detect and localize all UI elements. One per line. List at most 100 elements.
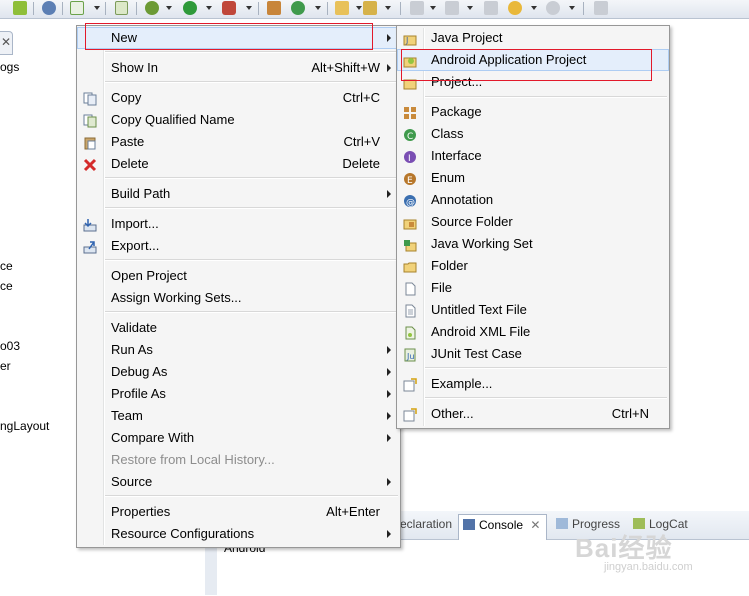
dropdown-arrow-icon[interactable]	[246, 6, 252, 10]
submenu-item-package[interactable]: Package	[397, 101, 669, 123]
menu-item-assign-working-sets[interactable]: Assign Working Sets...	[77, 287, 400, 309]
menu-item-label: Java Project	[431, 30, 503, 45]
debug-bug-icon[interactable]	[145, 1, 159, 15]
menu-item-properties[interactable]: Properties Alt+Enter	[77, 501, 400, 523]
tree-item-fragment[interactable]: ce	[0, 259, 13, 273]
paste-icon	[83, 135, 97, 150]
next-annotation-icon[interactable]	[410, 1, 424, 15]
menu-item-label: Source	[111, 474, 153, 489]
dropdown-arrow-icon[interactable]	[569, 6, 575, 10]
toolbar-separator	[62, 2, 63, 15]
toolbar-separator	[400, 2, 401, 15]
submenu-item-enum[interactable]: E Enum	[397, 167, 669, 189]
prev-annotation-icon[interactable]	[445, 1, 459, 15]
submenu-arrow-icon	[387, 412, 391, 420]
menu-item-delete[interactable]: Delete Delete	[77, 153, 400, 175]
submenu-item-android-xml-file[interactable]: Android XML File	[397, 321, 669, 343]
tree-item-fragment[interactable]: er	[0, 359, 11, 373]
android-sdk-icon[interactable]	[13, 1, 27, 15]
toolbar-separator	[105, 2, 106, 15]
tab-console[interactable]: Console ✕	[458, 514, 548, 540]
tree-item-fragment[interactable]: ngLayout	[0, 419, 49, 433]
menu-item-source[interactable]: Source	[77, 471, 400, 493]
new-class-icon[interactable]	[291, 1, 305, 15]
menu-item-debug-as[interactable]: Debug As	[77, 361, 400, 383]
file-icon	[403, 281, 417, 296]
tab-declaration[interactable]: eclaration	[400, 517, 452, 531]
submenu-item-example[interactable]: Example...	[397, 373, 669, 395]
submenu-item-other[interactable]: Other... Ctrl+N	[397, 403, 669, 425]
dropdown-arrow-icon[interactable]	[94, 6, 100, 10]
dropdown-arrow-icon[interactable]	[430, 6, 436, 10]
submenu-arrow-icon	[387, 530, 391, 538]
menu-item-label: File	[431, 280, 452, 295]
menu-item-label: Debug As	[111, 364, 168, 379]
submenu-item-untitled-text-file[interactable]: Untitled Text File	[397, 299, 669, 321]
pin-editor-icon[interactable]	[594, 1, 608, 15]
dropdown-arrow-icon[interactable]	[531, 6, 537, 10]
menu-item-label: Other...	[431, 406, 474, 421]
menu-separator	[425, 96, 667, 98]
tree-item-fragment[interactable]: ce	[0, 279, 13, 293]
submenu-item-java-project[interactable]: J Java Project	[397, 27, 669, 49]
copy-icon	[83, 91, 97, 106]
junit-icon: Ju	[403, 347, 417, 362]
submenu-item-interface[interactable]: I Interface	[397, 145, 669, 167]
submenu-item-file[interactable]: File	[397, 277, 669, 299]
submenu-item-class[interactable]: C Class	[397, 123, 669, 145]
new-android-file-icon[interactable]	[115, 1, 128, 15]
menu-separator	[105, 177, 398, 179]
search-icon[interactable]	[42, 1, 56, 15]
external-tools-icon[interactable]	[222, 1, 236, 15]
menu-item-copy[interactable]: Copy Ctrl+C	[77, 87, 400, 109]
menu-item-build-path[interactable]: Build Path	[77, 183, 400, 205]
open-folder-icon[interactable]	[335, 1, 349, 15]
last-edit-icon[interactable]	[484, 1, 498, 15]
dropdown-arrow-icon[interactable]	[356, 6, 362, 10]
dropdown-arrow-icon[interactable]	[467, 6, 473, 10]
menu-item-label: Enum	[431, 170, 465, 185]
submenu-item-folder[interactable]: Folder	[397, 255, 669, 277]
menu-item-export[interactable]: Export...	[77, 235, 400, 257]
new-package-icon[interactable]	[267, 1, 281, 15]
tree-item-fragment[interactable]: ogs	[0, 60, 19, 74]
dropdown-arrow-icon[interactable]	[385, 6, 391, 10]
menu-separator	[425, 367, 667, 369]
menu-item-profile-as[interactable]: Profile As	[77, 383, 400, 405]
menu-item-paste[interactable]: Paste Ctrl+V	[77, 131, 400, 153]
tree-item-fragment[interactable]: o03	[0, 339, 20, 353]
menu-item-label: Resource Configurations	[111, 526, 255, 541]
text-file-icon	[403, 303, 417, 318]
dropdown-arrow-icon[interactable]	[206, 6, 212, 10]
package-explorer-tab[interactable]: ✕	[0, 31, 13, 55]
menu-item-label: Class	[431, 126, 464, 141]
submenu-item-source-folder[interactable]: Source Folder	[397, 211, 669, 233]
watermark-logo: Bai经验	[575, 533, 673, 563]
menu-item-validate[interactable]: Validate	[77, 317, 400, 339]
watermark-url: jingyan.baidu.com	[604, 561, 693, 573]
menu-item-open-project[interactable]: Open Project	[77, 265, 400, 287]
menu-item-compare-with[interactable]: Compare With	[77, 427, 400, 449]
menu-item-label: Copy	[111, 90, 142, 105]
menu-item-copy-qualified-name[interactable]: Copy Qualified Name	[77, 109, 400, 131]
submenu-item-junit-test-case[interactable]: Ju JUnit Test Case	[397, 343, 669, 365]
menu-item-resource-configurations[interactable]: Resource Configurations	[77, 523, 400, 545]
submenu-item-java-working-set[interactable]: Java Working Set	[397, 233, 669, 255]
checkmark-icon[interactable]	[70, 1, 84, 15]
run-icon[interactable]	[183, 1, 197, 15]
back-arrow-icon[interactable]	[508, 1, 522, 15]
submenu-arrow-icon	[387, 34, 391, 42]
submenu-arrow-icon	[387, 190, 391, 198]
forward-arrow-icon[interactable]	[546, 1, 560, 15]
menu-item-import[interactable]: Import...	[77, 213, 400, 235]
menu-item-label: Example...	[431, 376, 493, 391]
menu-item-team[interactable]: Team	[77, 405, 400, 427]
close-icon[interactable]: ✕	[1, 35, 11, 49]
pencil-icon[interactable]	[363, 1, 377, 15]
close-icon[interactable]: ✕	[530, 518, 540, 532]
menu-item-show-in[interactable]: Show In Alt+Shift+W	[77, 57, 400, 79]
dropdown-arrow-icon[interactable]	[315, 6, 321, 10]
menu-item-run-as[interactable]: Run As	[77, 339, 400, 361]
submenu-item-annotation[interactable]: @ Annotation	[397, 189, 669, 211]
dropdown-arrow-icon[interactable]	[166, 6, 172, 10]
